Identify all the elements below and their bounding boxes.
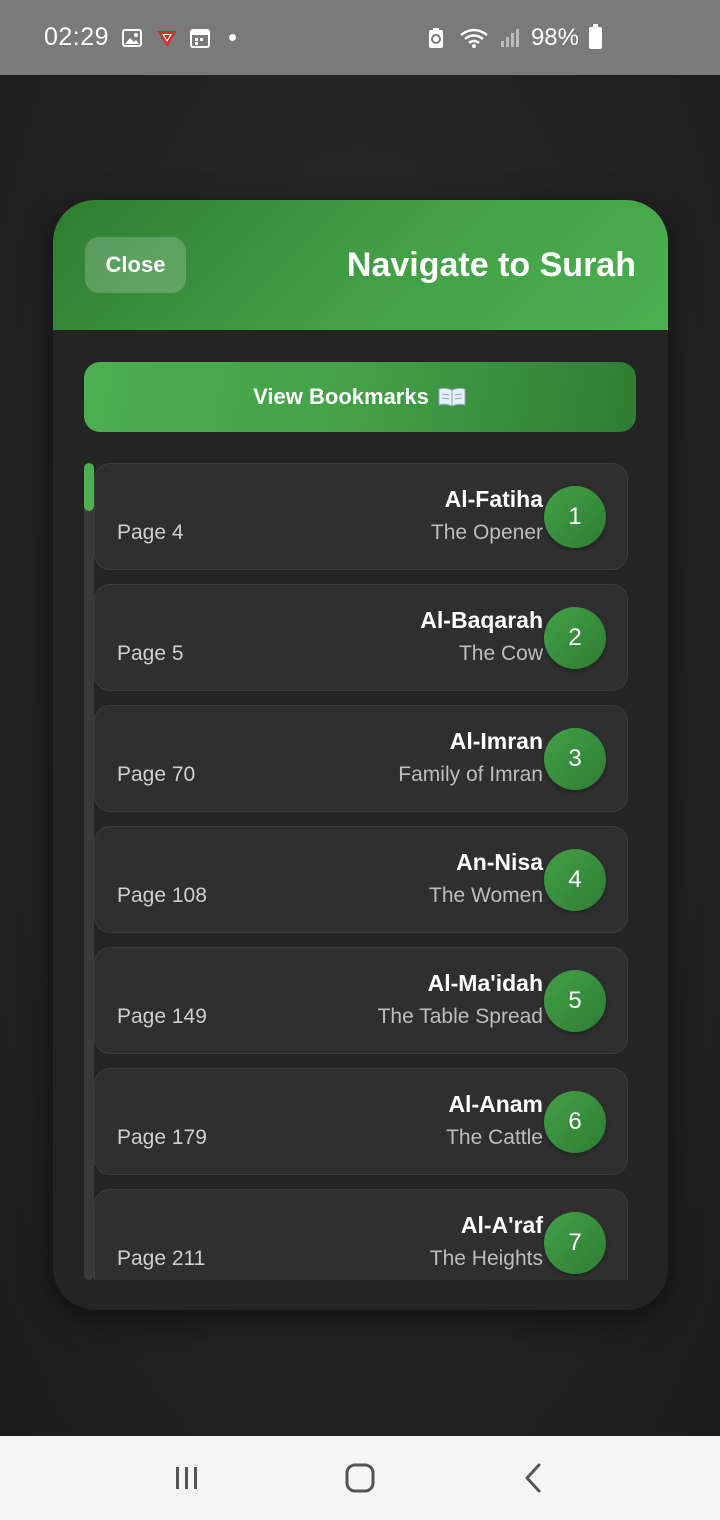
view-bookmarks-button[interactable]: View Bookmarks [84,362,636,432]
surah-item[interactable]: Page 70 Al-Imran Family of Imran 3 [94,705,628,812]
image-icon [121,27,143,49]
surah-page: Page 179 [117,1126,207,1149]
scrollbar[interactable] [84,463,94,1280]
system-nav-bar [0,1436,720,1520]
signal-icon [499,27,521,49]
surah-meaning: The Opener [430,521,543,544]
scrollbar-thumb[interactable] [84,463,94,511]
surah-name: Al-Baqarah [420,607,543,633]
surah-number-badge: 4 [544,849,606,911]
surah-number-badge: 3 [544,728,606,790]
surah-page: Page 211 [117,1247,206,1270]
surah-name: Al-Imran [449,728,543,754]
surah-item[interactable]: Page 211 Al-A'raf The Heights 7 [94,1189,628,1280]
surah-navigation-modal: Close Navigate to Surah View Bookmarks P… [53,200,668,1310]
wifi-icon [459,27,489,49]
app-shield-icon [155,27,178,49]
home-icon[interactable] [330,1448,390,1508]
surah-number-badge: 7 [544,1212,606,1274]
surah-meaning: The Heights [429,1247,543,1270]
surah-number-badge: 1 [544,486,606,548]
surah-name: Al-Fatiha [444,486,543,512]
close-button[interactable]: Close [85,237,186,293]
surah-name: Al-Anam [448,1091,543,1117]
surah-meaning: The Cattle [446,1126,543,1149]
surah-list-area: Page 4 Al-Fatiha The Opener 1 Page 5 Al-… [84,463,636,1280]
surah-meaning: The Cow [458,642,543,665]
surah-item[interactable]: Page 149 Al-Ma'idah The Table Spread 5 [94,947,628,1054]
surah-number-badge: 2 [544,607,606,669]
surah-item[interactable]: Page 4 Al-Fatiha The Opener 1 [94,463,628,570]
calendar-icon [189,27,211,49]
surah-page: Page 70 [117,763,196,786]
surah-name: Al-A'raf [460,1212,543,1238]
modal-title: Navigate to Surah [346,245,636,284]
surah-meaning: The Table Spread [377,1005,543,1028]
surah-number-badge: 5 [544,970,606,1032]
open-book-icon [437,386,467,408]
notification-dot-icon [229,34,237,41]
surah-number-badge: 6 [544,1091,606,1153]
surah-name: Al-Ma'idah [427,970,543,996]
surah-item[interactable]: Page 108 An-Nisa The Women 4 [94,826,628,933]
battery-saver-icon [427,27,449,49]
view-bookmarks-label: View Bookmarks [253,384,429,409]
surah-list: Page 4 Al-Fatiha The Opener 1 Page 5 Al-… [94,463,628,1280]
surah-page: Page 108 [117,884,207,907]
surah-item[interactable]: Page 179 Al-Anam The Cattle 6 [94,1068,628,1175]
surah-page: Page 5 [117,642,184,665]
surah-page: Page 4 [117,521,184,544]
surah-meaning: Family of Imran [398,763,543,786]
surah-item[interactable]: Page 5 Al-Baqarah The Cow 2 [94,584,628,691]
surah-meaning: The Women [429,884,543,907]
status-bar: 02:29 98% [0,0,720,75]
surah-page: Page 149 [117,1005,207,1028]
battery-icon [589,23,602,49]
recent-apps-icon[interactable] [157,1448,217,1508]
battery-percent: 98% [530,23,579,51]
status-time: 02:29 [44,23,110,51]
surah-name: An-Nisa [456,849,543,875]
back-icon[interactable] [503,1448,563,1508]
modal-header: Close Navigate to Surah [53,200,668,330]
